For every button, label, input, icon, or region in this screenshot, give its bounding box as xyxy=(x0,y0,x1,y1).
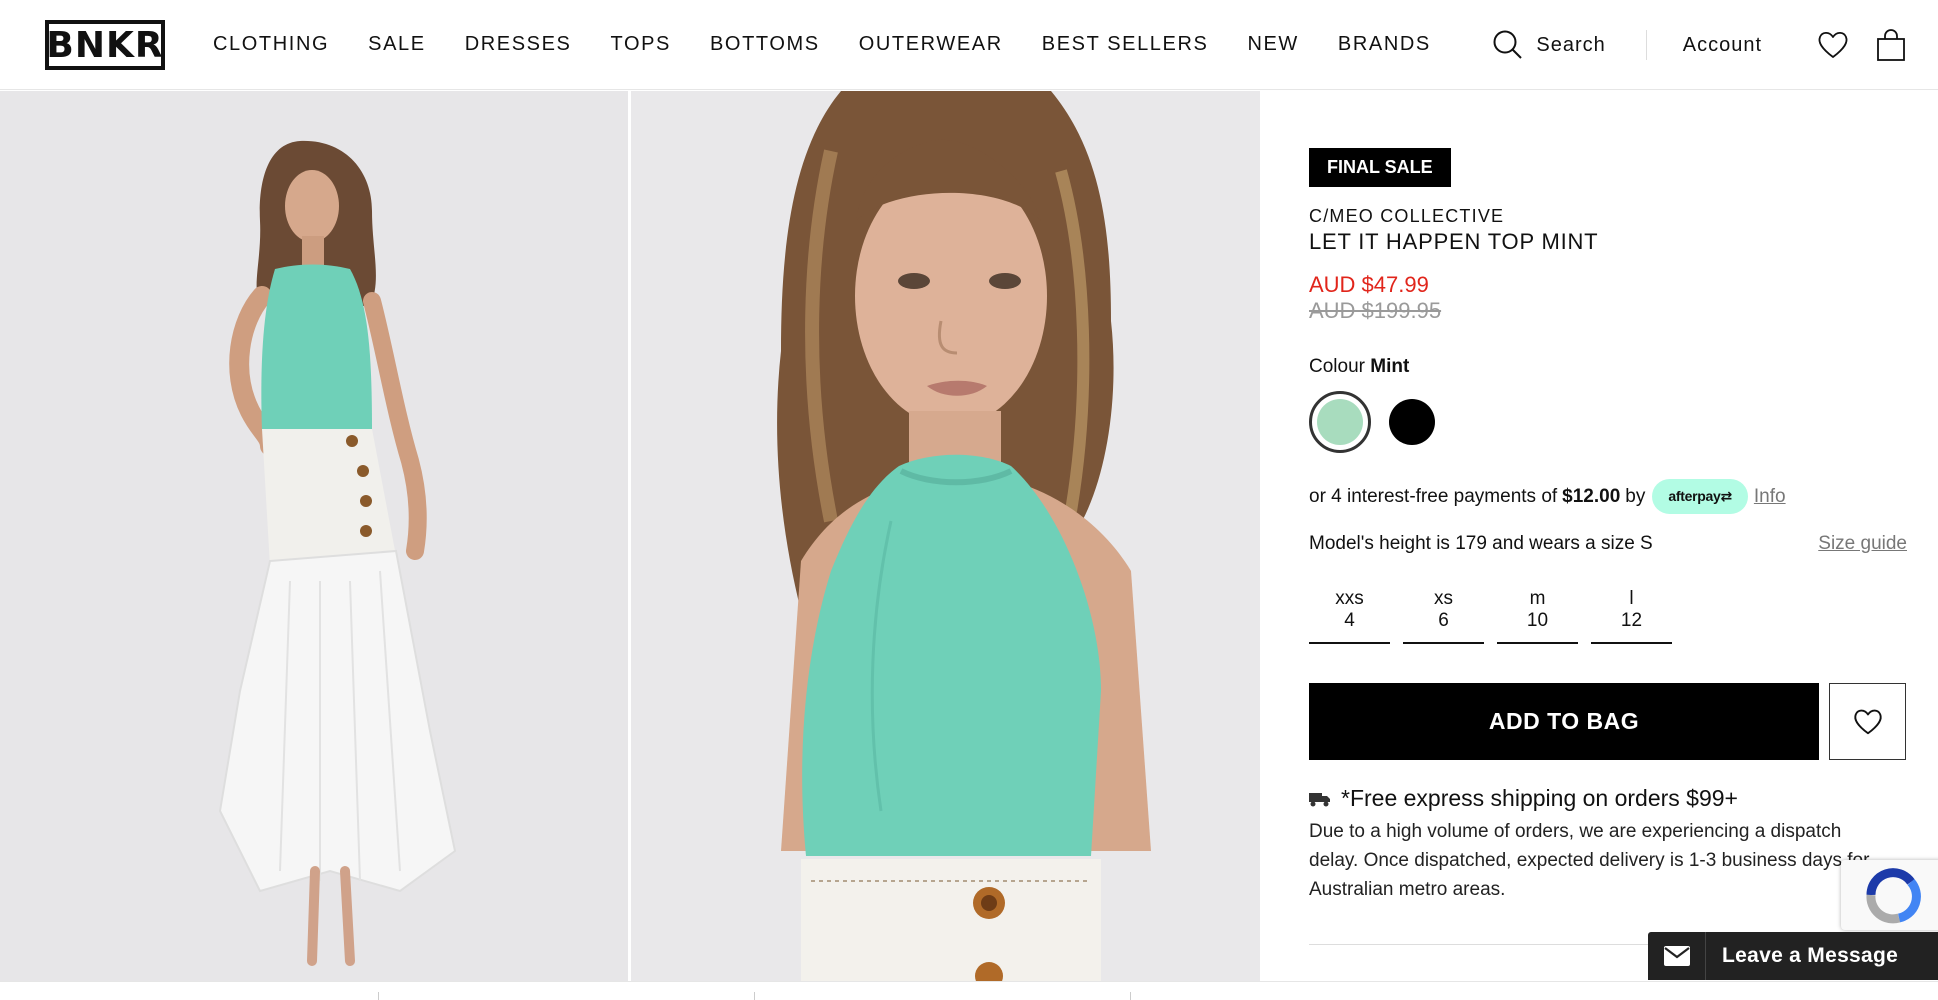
chat-label: Leave a Message xyxy=(1722,944,1899,967)
heart-icon xyxy=(1853,709,1882,734)
swatch-mint-fill xyxy=(1317,399,1363,445)
recaptcha-icon xyxy=(1866,868,1921,924)
nav-item-dresses[interactable]: DRESSES xyxy=(465,33,572,56)
afterpay-logo-text: afterpay xyxy=(1668,488,1721,504)
brand-logo[interactable]: BNKR xyxy=(45,20,165,70)
leave-message-widget[interactable]: Leave a Message xyxy=(1648,932,1938,980)
thumbnail-strip xyxy=(0,981,1938,1000)
nav-item-new[interactable]: NEW xyxy=(1247,33,1298,56)
size-option-xxs[interactable]: xxs 4 xyxy=(1309,588,1390,644)
size-label: l xyxy=(1629,588,1634,609)
swatch-mint[interactable] xyxy=(1309,391,1371,453)
size-number: 6 xyxy=(1438,610,1449,631)
heart-icon[interactable] xyxy=(1816,28,1850,62)
bag-icon[interactable] xyxy=(1874,28,1908,62)
model-closeup-illustration xyxy=(631,91,1260,981)
size-number: 4 xyxy=(1344,610,1355,631)
size-label: xxs xyxy=(1335,588,1364,609)
shipping-notice: Due to a high volume of orders, we are e… xyxy=(1309,821,1870,900)
sale-price: AUD $47.99 xyxy=(1309,272,1429,297)
swatch-black[interactable] xyxy=(1389,399,1435,445)
size-label: m xyxy=(1529,588,1546,609)
search-icon xyxy=(1493,30,1523,59)
site-header: BNKR CLOTHING SALE DRESSES TOPS BOTTOMS … xyxy=(0,0,1938,90)
strip-divider xyxy=(754,992,755,1000)
size-option-l[interactable]: l 12 xyxy=(1591,588,1672,644)
nav-item-best-sellers[interactable]: BEST SELLERS xyxy=(1042,33,1209,56)
size-label: xs xyxy=(1434,588,1453,609)
size-guide-link[interactable]: Size guide xyxy=(1818,533,1907,555)
product-image-full[interactable] xyxy=(0,91,628,981)
size-option-m[interactable]: m 10 xyxy=(1497,588,1578,644)
model-full-illustration xyxy=(0,91,628,981)
size-selector: xxs 4 xs 6 m 10 l 12 xyxy=(1309,588,1685,644)
shipping-title: *Free express shipping on orders $99+ xyxy=(1341,785,1738,811)
strip-divider xyxy=(1130,992,1131,1000)
product-title: LET IT HAPPEN TOP MINT xyxy=(1309,229,1599,254)
nav-item-brands[interactable]: BRANDS xyxy=(1338,33,1431,56)
afterpay-prefix: or 4 interest-free payments of xyxy=(1309,485,1558,507)
afterpay-by: by xyxy=(1625,485,1646,507)
size-number: 10 xyxy=(1526,610,1549,631)
colour-label-text: Colour xyxy=(1309,356,1365,377)
nav-item-bottoms[interactable]: BOTTOMS xyxy=(710,33,820,56)
colour-selected-name: Mint xyxy=(1370,356,1410,377)
nav-item-tops[interactable]: TOPS xyxy=(610,33,671,56)
colour-label: Colour Mint xyxy=(1309,356,1409,378)
envelope-icon xyxy=(1648,932,1706,980)
nav-item-clothing[interactable]: CLOTHING xyxy=(213,33,329,56)
search-label: Search xyxy=(1536,33,1606,56)
recaptcha-badge[interactable] xyxy=(1841,860,1938,930)
header-actions: Search Account xyxy=(1492,26,1908,64)
nav-item-outerwear[interactable]: OUTERWEAR xyxy=(859,33,1003,56)
model-info-row: Model's height is 179 and wears a size S… xyxy=(1309,533,1907,555)
truck-icon xyxy=(1309,792,1330,806)
afterpay-logo: afterpay⇄ xyxy=(1652,479,1748,514)
add-to-bag-button[interactable]: ADD TO BAG xyxy=(1309,683,1819,760)
add-to-wishlist-button[interactable] xyxy=(1829,683,1906,760)
size-option-xs[interactable]: xs 6 xyxy=(1403,588,1484,644)
header-divider xyxy=(1645,30,1647,60)
afterpay-row: or 4 interest-free payments of $12.00 by… xyxy=(1309,479,1869,514)
account-link[interactable]: Account xyxy=(1683,34,1762,57)
original-price: AUD $199.95 xyxy=(1309,298,1442,323)
product-panel: FINAL SALE C/MEO COLLECTIVE LET IT HAPPE… xyxy=(1309,91,1909,981)
product-image-closeup[interactable] xyxy=(631,91,1260,981)
main-nav: CLOTHING SALE DRESSES TOPS BOTTOMS OUTER… xyxy=(213,33,1470,56)
final-sale-badge: FINAL SALE xyxy=(1309,148,1451,187)
afterpay-info-link[interactable]: Info xyxy=(1754,486,1786,508)
model-info: Model's height is 179 and wears a size S xyxy=(1309,533,1653,554)
nav-item-sale[interactable]: SALE xyxy=(368,33,426,56)
product-brand[interactable]: C/MEO COLLECTIVE xyxy=(1309,206,1504,227)
afterpay-amount: $12.00 xyxy=(1562,485,1621,507)
shipping-heading: *Free express shipping on orders $99+ xyxy=(1309,785,1738,812)
size-number: 12 xyxy=(1620,610,1643,631)
strip-divider xyxy=(378,992,379,1000)
search-button[interactable]: Search xyxy=(1492,29,1605,61)
